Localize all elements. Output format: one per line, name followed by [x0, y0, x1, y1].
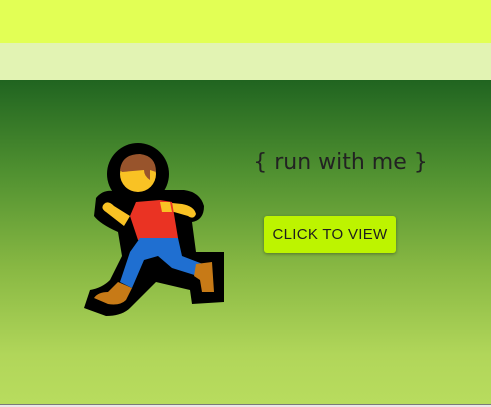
tagline: { run with me } — [253, 150, 428, 175]
click-to-view-button[interactable]: CLICK TO VIEW — [264, 216, 396, 253]
hero-banner — [0, 80, 491, 404]
person-running-icon — [78, 140, 228, 320]
sub-bar — [0, 43, 491, 80]
top-bar — [0, 0, 491, 43]
